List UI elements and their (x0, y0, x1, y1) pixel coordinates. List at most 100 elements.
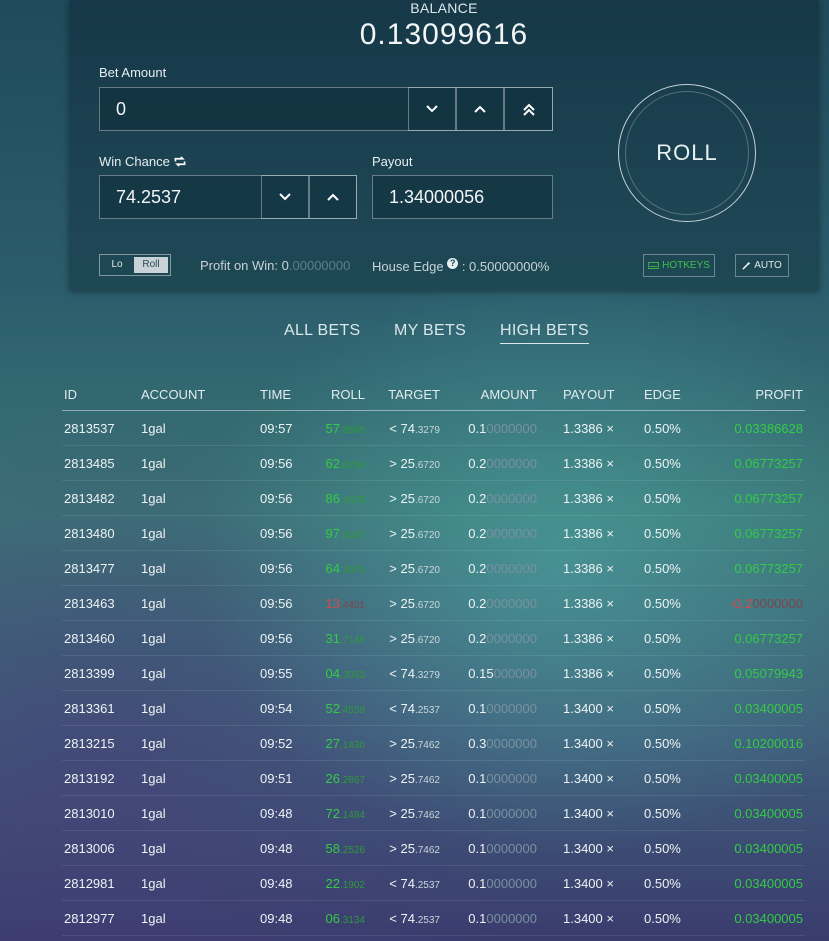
bet-payout: 1.3386 × (537, 585, 644, 621)
bet-id[interactable]: 2813477 (62, 550, 141, 586)
toggle-roll[interactable]: Roll (134, 257, 168, 273)
bet-increase-button[interactable] (456, 87, 504, 131)
win-chance-decrease-button[interactable] (261, 175, 309, 219)
table-row[interactable]: 2813460 1gal 09:56 31.7148 > 25.6720 0.200000… (62, 620, 805, 656)
roll-main: 57 (325, 420, 340, 436)
bet-edge: 0.50% (644, 690, 704, 726)
bet-account[interactable]: 1gal (141, 515, 260, 551)
bet-id[interactable]: 2813215 (62, 725, 141, 761)
table-row[interactable]: 2812977 1gal 09:48 06.3134 < 74.2537 0.100000… (62, 900, 805, 936)
bet-profit: 0.03386628 (704, 410, 805, 446)
bet-account[interactable]: 1gal (141, 585, 260, 621)
bet-account[interactable]: 1gal (141, 550, 260, 586)
bet-account[interactable]: 1gal (141, 900, 260, 936)
bet-id[interactable]: 2813010 (62, 795, 141, 831)
bet-account[interactable]: 1gal (141, 690, 260, 726)
bet-id[interactable]: 2812981 (62, 865, 141, 901)
bet-id[interactable]: 2813006 (62, 830, 141, 866)
bet-target: > 25.6720 (365, 445, 440, 481)
bet-id-text: 2813215 (64, 735, 115, 751)
bet-amount: 0.15000000 (440, 655, 537, 691)
bet-edge: 0.50% (644, 760, 704, 796)
profit-main: 0.03400005 (734, 910, 803, 926)
bet-id-text: 2813480 (64, 525, 115, 541)
bet-max-button[interactable] (504, 87, 553, 131)
bet-account[interactable]: 1gal (141, 725, 260, 761)
bet-account[interactable]: 1gal (141, 865, 260, 901)
target-main: > 25 (389, 840, 415, 856)
bet-account[interactable]: 1gal (141, 760, 260, 796)
auto-button[interactable]: AUTO (735, 254, 789, 277)
toggle-lo[interactable]: Lo (100, 255, 134, 275)
lo-roll-toggle[interactable]: Lo Roll (99, 254, 171, 276)
bet-account[interactable]: 1gal (141, 480, 260, 516)
bet-account[interactable]: 1gal (141, 655, 260, 691)
bet-id[interactable]: 2813480 (62, 515, 141, 551)
bet-id[interactable]: 2813192 (62, 760, 141, 796)
magic-wand-icon (742, 261, 751, 270)
bet-amount-field[interactable]: 0 (99, 87, 553, 131)
swap-icon[interactable] (173, 156, 187, 167)
target-main: < 74 (389, 875, 415, 891)
tab-my-bets[interactable]: MY BETS (394, 322, 466, 340)
bet-roll: 27.1430 (310, 725, 365, 761)
table-row[interactable]: 2813477 1gal 09:56 64.3970 > 25.6720 0.200000… (62, 550, 805, 586)
bet-id[interactable]: 2812977 (62, 900, 141, 936)
bet-id[interactable]: 2813537 (62, 410, 141, 446)
bet-edge: 0.50% (644, 795, 704, 831)
table-row[interactable]: 2813010 1gal 09:48 72.1484 > 25.7462 0.100000… (62, 795, 805, 831)
table-row[interactable]: 2813485 1gal 09:56 62.6294 > 25.6720 0.200000… (62, 445, 805, 481)
bet-decrease-button[interactable] (408, 87, 456, 131)
profit-main: 0.03400005 (734, 770, 803, 786)
target-dim: .3279 (414, 424, 440, 436)
bet-id[interactable]: 2813399 (62, 655, 141, 691)
table-row[interactable]: 2813399 1gal 09:55 04.3053 < 74.3279 0.150000… (62, 655, 805, 691)
bet-account[interactable]: 1gal (141, 830, 260, 866)
bet-id[interactable]: 2813482 (62, 480, 141, 516)
table-row[interactable]: 2813361 1gal 09:54 52.4559 < 74.2537 0.100000… (62, 690, 805, 726)
bet-id[interactable]: 2813460 (62, 620, 141, 656)
win-chance-field[interactable]: 74.2537 (99, 175, 357, 219)
amount-dim: 0000000 (486, 490, 537, 506)
roll-button[interactable]: ROLL (618, 84, 756, 222)
col-id: ID (62, 378, 141, 411)
tab-high-bets[interactable]: HIGH BETS (500, 322, 589, 344)
tab-all-bets[interactable]: ALL BETS (284, 322, 361, 340)
table-row[interactable]: 2813480 1gal 09:56 97.6437 > 25.6720 0.200000… (62, 515, 805, 551)
hotkeys-button[interactable]: HOTKEYS (643, 254, 715, 277)
table-row[interactable]: 2813192 1gal 09:51 26.2867 > 25.7462 0.100000… (62, 760, 805, 796)
table-row[interactable]: 2813537 1gal 09:57 57.8585 < 74.3279 0.100000… (62, 410, 805, 446)
table-row[interactable]: 2813463 1gal 09:56 13.4401 > 25.6720 0.200000… (62, 585, 805, 621)
bet-account[interactable]: 1gal (141, 410, 260, 446)
bet-roll: 04.3053 (310, 655, 365, 691)
profit-main: 0.03386628 (734, 420, 803, 436)
bet-edge: 0.50% (644, 410, 704, 446)
target-main: > 25 (389, 805, 415, 821)
bet-payout: 1.3400 × (537, 795, 644, 831)
payout-field[interactable]: 1.34000056 (372, 175, 553, 219)
amount-main: 0.1 (468, 875, 487, 891)
help-icon[interactable]: ? (447, 258, 459, 269)
profit-dim: 0000000 (752, 595, 803, 611)
table-row[interactable]: 2813006 1gal 09:48 58.2526 > 25.7462 0.100000… (62, 830, 805, 866)
bet-id[interactable]: 2813463 (62, 585, 141, 621)
bet-id[interactable]: 2813485 (62, 445, 141, 481)
amount-main: 0.1 (468, 700, 487, 716)
bet-account[interactable]: 1gal (141, 445, 260, 481)
win-chance-increase-button[interactable] (309, 175, 357, 219)
bet-id-text: 2813485 (64, 455, 115, 471)
table-row[interactable]: 2813215 1gal 09:52 27.1430 > 25.7462 0.300000… (62, 725, 805, 761)
bet-roll: 26.2867 (310, 760, 365, 796)
roll-dim: .6437 (339, 529, 365, 541)
bet-account[interactable]: 1gal (141, 620, 260, 656)
account-text: 1gal (141, 770, 166, 786)
bet-account[interactable]: 1gal (141, 795, 260, 831)
bets-table: ID ACCOUNT TIME ROLL TARGET AMOUNT PAYOU… (62, 378, 805, 936)
bets-table-body: 2813537 1gal 09:57 57.8585 < 74.3279 0.100000… (62, 410, 805, 936)
bet-id[interactable]: 2813361 (62, 690, 141, 726)
bet-profit: 0.06773257 (704, 550, 805, 586)
table-row[interactable]: 2812981 1gal 09:48 22.1902 < 74.2537 0.100000… (62, 865, 805, 901)
roll-dim: .2526 (339, 844, 365, 856)
bet-payout: 1.3400 × (537, 900, 644, 936)
table-row[interactable]: 2813482 1gal 09:56 86.5429 > 25.6720 0.200000… (62, 480, 805, 516)
